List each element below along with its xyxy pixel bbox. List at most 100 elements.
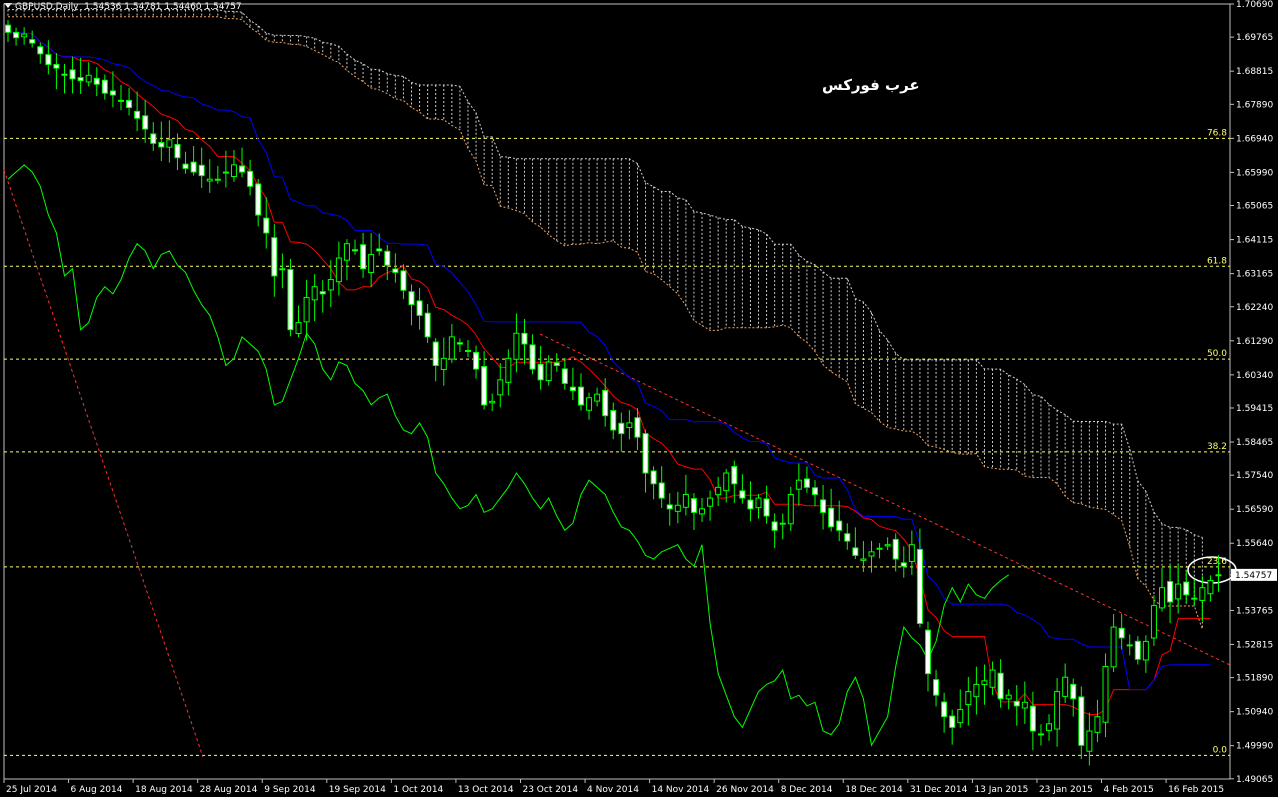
candle-body (836, 520, 843, 531)
candle-body (1126, 644, 1133, 647)
candle-body (803, 478, 810, 488)
price-tick-label: 1.58465 (1236, 438, 1273, 448)
candle-body (303, 296, 310, 323)
candle-body (1191, 597, 1198, 600)
candle-body (949, 715, 956, 728)
price-tick-label: 1.51890 (1236, 674, 1273, 684)
price-tick-label: 1.66940 (1236, 134, 1273, 144)
candle-body (1102, 665, 1109, 723)
candle-body (279, 268, 286, 271)
candle-body (666, 504, 673, 510)
candle-body (650, 470, 657, 485)
candle-body (1029, 705, 1036, 732)
candle-body (828, 507, 835, 528)
price-tick-label: 1.68815 (1236, 67, 1273, 77)
date-tick-label: 1 Oct 2014 (393, 785, 443, 795)
candle-body (327, 279, 334, 291)
candle-body (53, 63, 60, 69)
candle-body (263, 217, 270, 234)
candle-body (77, 77, 84, 82)
price-tick-label: 1.70690 (1236, 0, 1273, 10)
candle-body (255, 183, 262, 216)
candle-body (1070, 683, 1077, 700)
candle-body (126, 99, 133, 109)
candle-body (206, 178, 213, 182)
price-tick-label: 1.52815 (1236, 640, 1273, 650)
candle-body (464, 350, 471, 353)
candle-body (1167, 581, 1174, 603)
candle-body (481, 366, 488, 406)
candle-body (1150, 605, 1157, 639)
date-tick-label: 31 Dec 2014 (910, 785, 968, 795)
candle-body (852, 547, 859, 556)
candle-body (400, 270, 407, 291)
candle-body (997, 672, 1004, 700)
plot-frame (3, 3, 1231, 780)
candle-body (731, 465, 738, 485)
candle-body (1086, 730, 1093, 752)
candle-body (674, 504, 681, 512)
plot-border (3, 3, 1231, 780)
date-tick-label: 16 Feb 2015 (1168, 785, 1224, 795)
candle-body (448, 336, 455, 360)
fib-label: 0.0 (1213, 745, 1228, 755)
date-tick-label: 23 Oct 2014 (522, 785, 578, 795)
candle-body (158, 142, 165, 148)
candle-body (384, 250, 391, 266)
price-tick-label: 1.61290 (1236, 337, 1273, 347)
candle-body (21, 33, 28, 38)
candle-body (868, 551, 875, 557)
trend-line-resistance (539, 333, 1231, 666)
candle-body (408, 291, 415, 306)
candle-body (682, 494, 689, 508)
candle-body (335, 257, 342, 283)
candle-body (884, 544, 891, 547)
candle-body (569, 386, 576, 392)
candle-body (287, 269, 294, 331)
ichimoku-cloud (7, 9, 1203, 630)
date-tick-label: 9 Sep 2014 (264, 785, 316, 795)
candle-body (150, 133, 157, 144)
candle-body (1207, 580, 1214, 595)
candle-body (553, 362, 560, 367)
candle-body (916, 548, 923, 624)
price-tick-label: 1.53765 (1236, 606, 1273, 616)
candle-body (1005, 694, 1012, 700)
candle-body (198, 164, 205, 177)
candle-body (900, 562, 907, 567)
price-tick-label: 1.50940 (1236, 708, 1273, 718)
price-tick-label: 1.56590 (1236, 505, 1273, 515)
candle-body (1110, 626, 1117, 668)
candle-body (965, 691, 972, 706)
candle-body (820, 499, 827, 513)
candle-body (908, 544, 915, 562)
candle-body (456, 342, 463, 345)
candle-body (618, 422, 625, 435)
candle-body (134, 110, 141, 119)
candle-body (174, 143, 181, 159)
candle-body (239, 165, 246, 173)
date-tick-label: 18 Aug 2014 (135, 785, 193, 795)
price-tick-label: 1.60340 (1236, 371, 1273, 381)
candle-body (489, 400, 496, 404)
price-chart[interactable]: 76.861.850.038.223.60.0 1.706901.697651.… (0, 0, 1278, 797)
fib-label: 38.2 (1207, 442, 1227, 452)
date-tick-label: 13 Oct 2014 (458, 785, 514, 795)
candle-body (626, 422, 633, 428)
candle-body (117, 99, 124, 102)
price-tick-label: 1.49990 (1236, 742, 1273, 752)
senkou-a-line (8, 16, 1203, 630)
candle-body (779, 522, 786, 525)
candle-body (957, 708, 964, 724)
candle-body (93, 77, 100, 85)
candle-body (933, 679, 940, 696)
price-tick-label: 1.65065 (1236, 202, 1273, 212)
candle-body (715, 486, 722, 496)
date-tick-label: 13 Jan 2015 (974, 785, 1028, 795)
date-tick-label: 19 Sep 2014 (329, 785, 386, 795)
candle-body (1054, 691, 1061, 730)
date-tick-label: 18 Dec 2014 (845, 785, 903, 795)
price-tick-label: 1.59415 (1236, 404, 1273, 414)
fib-label: 61.8 (1207, 256, 1227, 266)
candle-body (690, 498, 697, 513)
